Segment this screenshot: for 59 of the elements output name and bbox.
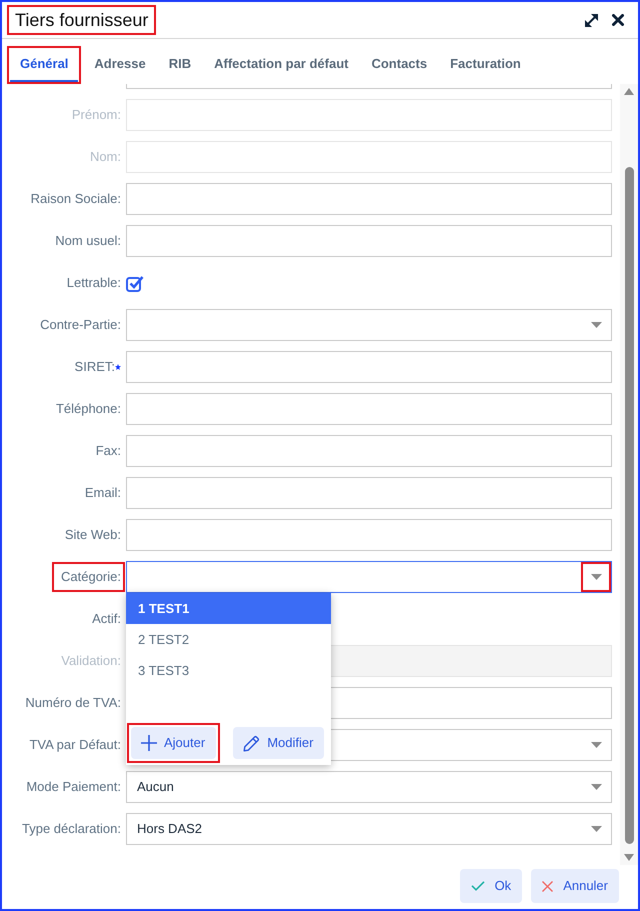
- input-field[interactable]: [126, 393, 612, 425]
- caret-down-icon[interactable]: [590, 322, 602, 328]
- input-field[interactable]: [126, 351, 612, 383]
- tab[interactable]: RIB: [158, 48, 202, 82]
- select-field[interactable]: Hors DAS2: [126, 813, 612, 845]
- field-label: TVA par Défaut:: [29, 736, 121, 754]
- field-label: Nom:: [90, 148, 121, 166]
- field-label: Site Web:: [64, 526, 121, 544]
- pencil-icon: [243, 734, 260, 752]
- dropdown-option[interactable]: 3 TEST3: [126, 655, 331, 686]
- window-title: Tiers fournisseur: [15, 9, 148, 32]
- edit-button[interactable]: Modifier: [233, 727, 324, 759]
- scrollbar-thumb[interactable]: [624, 167, 634, 844]
- field-label: Lettrable:: [66, 274, 121, 292]
- field-label: Actif:: [92, 610, 121, 628]
- field-label: Contre-Partie:: [40, 316, 121, 334]
- input-field[interactable]: [126, 435, 612, 467]
- caret-down-icon[interactable]: [590, 742, 602, 748]
- field-label: Fax:: [96, 442, 121, 460]
- field-label: Prénom:: [72, 106, 121, 124]
- tab[interactable]: Adresse: [84, 48, 156, 82]
- input-field[interactable]: [126, 225, 612, 257]
- caret-down-icon[interactable]: [590, 574, 602, 580]
- expand-icon[interactable]: [584, 12, 599, 28]
- checkbox[interactable]: [126, 274, 144, 292]
- caret-down-icon[interactable]: [590, 826, 602, 832]
- cancel-button[interactable]: Annuler: [531, 869, 619, 903]
- scroll-down-icon[interactable]: [624, 854, 634, 861]
- field-label: SIRET:: [74, 358, 115, 376]
- close-icon[interactable]: [612, 14, 624, 26]
- select-field[interactable]: Aucun: [126, 771, 612, 803]
- field-label: Mode Paiement:: [26, 778, 121, 796]
- tab[interactable]: Contacts: [361, 48, 438, 82]
- field-label: Email:: [84, 484, 121, 502]
- plus-icon: [141, 735, 157, 751]
- tab[interactable]: Général: [10, 48, 78, 82]
- field-label: Type déclaration:: [22, 820, 121, 838]
- field-label: Numéro de TVA:: [25, 694, 121, 712]
- input-field[interactable]: [126, 183, 612, 215]
- select-field[interactable]: [126, 561, 612, 593]
- field-label: Catégorie:: [61, 568, 121, 586]
- input-field[interactable]: [126, 477, 612, 509]
- check-icon: [470, 881, 485, 891]
- dropdown-option[interactable]: 1 TEST1: [126, 593, 331, 624]
- scroll-up-icon[interactable]: [624, 88, 634, 95]
- field-label: Téléphone:: [56, 400, 121, 418]
- cross-icon: [542, 880, 554, 892]
- field-label: Nom usuel:: [55, 232, 121, 250]
- select-field[interactable]: [126, 309, 612, 341]
- add-button[interactable]: Ajouter: [131, 727, 216, 759]
- tab[interactable]: Facturation: [440, 48, 531, 82]
- input-field[interactable]: [126, 519, 612, 551]
- tab[interactable]: Affectation par défaut: [204, 48, 358, 82]
- dropdown-option[interactable]: 2 TEST2: [126, 624, 331, 655]
- caret-down-icon[interactable]: [590, 784, 602, 790]
- field-label: Validation:: [61, 652, 121, 670]
- field-label: Raison Sociale:: [30, 190, 121, 208]
- input-field[interactable]: [126, 84, 612, 89]
- ok-button[interactable]: Ok: [460, 869, 522, 903]
